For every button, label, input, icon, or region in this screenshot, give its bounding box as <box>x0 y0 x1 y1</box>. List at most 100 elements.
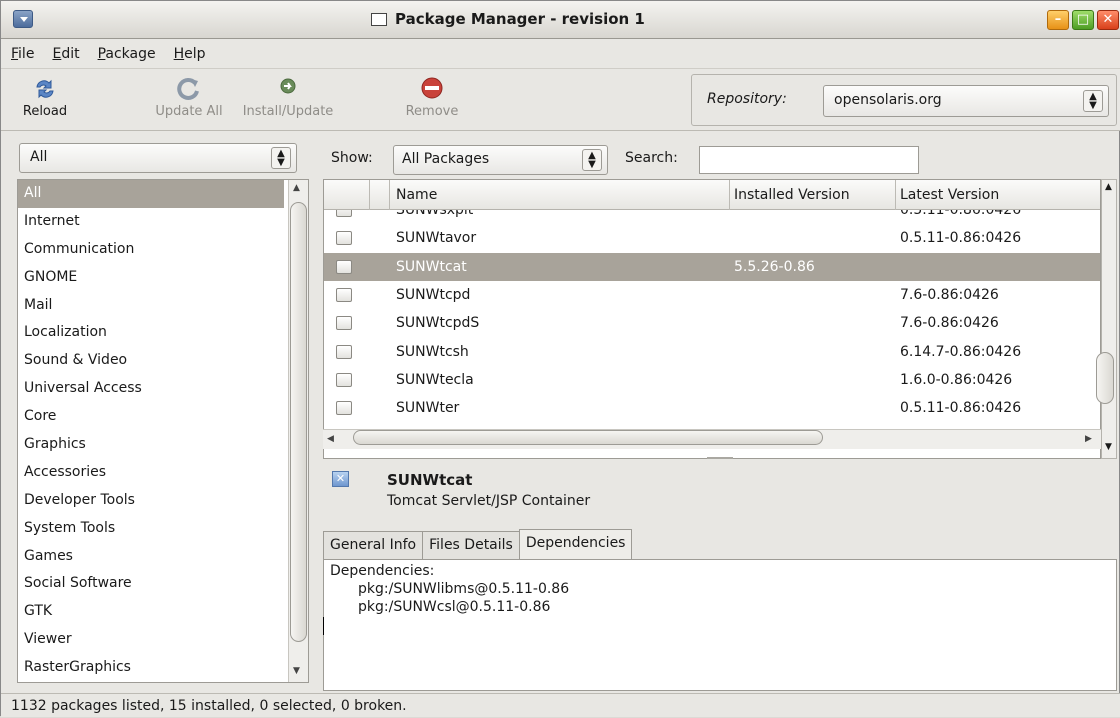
tab-files-details[interactable]: Files Details <box>422 531 520 559</box>
combo-arrows-icon: ▲ ▼ <box>1083 90 1103 112</box>
scroll-right-icon[interactable]: ▶ <box>1085 434 1092 444</box>
package-checkbox[interactable] <box>336 210 352 217</box>
update-all-icon <box>177 77 199 100</box>
scroll-left-icon[interactable]: ◀ <box>327 434 334 444</box>
category-item[interactable]: RasterGraphics <box>18 654 284 682</box>
column-header-name[interactable]: Name <box>390 180 730 210</box>
tab-general-info[interactable]: General Info <box>323 531 424 559</box>
column-header-installed[interactable]: Installed Version <box>730 180 896 210</box>
package-checkbox[interactable] <box>336 344 352 359</box>
category-item[interactable]: Social Software <box>18 570 284 598</box>
detail-tabs: General Info Files Details Dependencies <box>323 529 633 559</box>
category-filter-value: All <box>30 149 48 165</box>
category-item[interactable]: Localization <box>18 319 284 347</box>
category-item[interactable]: Accessories <box>18 459 284 487</box>
category-scrollbar[interactable]: ▲ ▼ <box>288 180 308 682</box>
package-checkbox[interactable] <box>336 287 352 302</box>
install-update-icon <box>280 78 296 94</box>
title-bar[interactable]: Package Manager - revision 1 – □ ✕ <box>1 1 1120 39</box>
scroll-up-icon[interactable]: ▲ <box>293 183 300 193</box>
pane-splitter-handle[interactable] <box>707 457 733 459</box>
maximize-button[interactable]: □ <box>1072 10 1094 30</box>
combo-arrows-icon: ▲ ▼ <box>271 147 291 169</box>
package-checkbox[interactable] <box>336 231 352 246</box>
category-item[interactable]: Graphics <box>18 431 284 459</box>
category-item[interactable]: Core <box>18 403 284 431</box>
reload-label: Reload <box>22 104 68 119</box>
menu-edit[interactable]: Edit <box>52 46 79 62</box>
combo-arrows-icon: ▲ ▼ <box>582 149 602 171</box>
table-row[interactable]: SUNWtcat 5.5.26-0.86 <box>324 252 1100 281</box>
category-filter-combo[interactable]: All ▲ ▼ <box>19 143 297 173</box>
category-item[interactable]: Communication <box>18 236 284 264</box>
window-menu-icon[interactable] <box>13 10 33 28</box>
package-name: SUNWtcpd <box>396 286 471 303</box>
package-vscroll-thumb[interactable] <box>1096 352 1114 404</box>
update-all-button[interactable]: Update All <box>136 77 242 119</box>
package-name: SUNWtecla <box>396 371 474 388</box>
package-name: SUNWtcat <box>396 258 467 275</box>
scroll-down-icon[interactable]: ▼ <box>293 666 300 676</box>
category-item[interactable]: Mail <box>18 292 284 320</box>
install-update-button[interactable]: Install/Update <box>229 77 347 119</box>
table-row[interactable]: SUNWtcpdS 7.6-0.86:0426 <box>324 309 1100 337</box>
package-checkbox[interactable] <box>336 401 352 416</box>
table-row[interactable]: SUNWsxpit 0.5.11-0.86:0426 <box>324 210 1100 224</box>
category-item[interactable]: Games <box>18 543 284 571</box>
menu-file[interactable]: File <box>11 46 34 62</box>
package-horizontal-scrollbar[interactable]: ◀ ▶ <box>323 429 1101 449</box>
package-name: SUNWtcpdS <box>396 315 480 332</box>
close-button[interactable]: ✕ <box>1097 10 1119 30</box>
category-item[interactable]: Viewer <box>18 626 284 654</box>
package-checkbox[interactable] <box>336 372 352 387</box>
table-row[interactable]: SUNWtcpd 7.6-0.86:0426 <box>324 281 1100 309</box>
category-item[interactable]: Universal Access <box>18 375 284 403</box>
category-item[interactable]: GNOME <box>18 264 284 292</box>
package-name: SUNWtcsh <box>396 343 469 360</box>
repository-combo[interactable]: opensolaris.org ▲ ▼ <box>823 85 1109 117</box>
table-row[interactable]: SUNWtavor 0.5.11-0.86:0426 <box>324 224 1100 252</box>
category-item[interactable]: All <box>18 180 284 208</box>
remove-button[interactable]: Remove <box>389 77 475 119</box>
table-row[interactable]: SUNWtcsh 6.14.7-0.86:0426 <box>324 338 1100 366</box>
remove-icon <box>421 77 443 99</box>
menu-package[interactable]: Package <box>98 46 156 62</box>
reload-icon <box>36 79 54 99</box>
column-header-select[interactable] <box>370 180 390 210</box>
column-header-latest[interactable]: Latest Version <box>896 180 1100 210</box>
show-filter-combo[interactable]: All Packages ▲ ▼ <box>393 145 608 175</box>
category-scroll-thumb[interactable] <box>290 202 307 642</box>
category-item[interactable]: System Tools <box>18 515 284 543</box>
latest-version: 0.5.11-0.86:0426 <box>900 400 1022 417</box>
dependency-item: pkg:/SUNWlibms@0.5.11-0.86 <box>358 581 570 597</box>
repository-value: opensolaris.org <box>834 92 942 108</box>
category-item[interactable]: Sound & Video <box>18 347 284 375</box>
package-vertical-scrollbar[interactable]: ▲ ▼ <box>1096 179 1117 459</box>
dependencies-text-area[interactable]: Dependencies: pkg:/SUNWlibms@0.5.11-0.86… <box>323 559 1117 691</box>
tab-dependencies[interactable]: Dependencies <box>518 529 633 559</box>
category-item[interactable]: GTK <box>18 598 284 626</box>
dependencies-heading: Dependencies: <box>330 563 435 579</box>
package-hscroll-thumb[interactable] <box>353 430 823 445</box>
detail-package-name: SUNWtcat <box>387 471 473 489</box>
category-item[interactable]: Internet <box>18 208 284 236</box>
scroll-up-icon[interactable]: ▲ <box>1105 182 1112 192</box>
package-checkbox[interactable] <box>336 316 352 331</box>
table-row[interactable]: SUNWter 0.5.11-0.86:0426 <box>324 394 1100 422</box>
remove-label: Remove <box>405 104 459 119</box>
package-manager-window: Package Manager - revision 1 – □ ✕ File … <box>0 0 1120 717</box>
dependency-item: pkg:/SUNWcsl@0.5.11-0.86 <box>358 599 551 615</box>
category-item[interactable]: Developer Tools <box>18 487 284 515</box>
scroll-down-icon[interactable]: ▼ <box>1105 442 1112 452</box>
column-header-status[interactable] <box>324 180 370 210</box>
menu-help[interactable]: Help <box>174 46 206 62</box>
status-bar: 1132 packages listed, 15 installed, 0 se… <box>1 693 1120 717</box>
reload-button[interactable]: Reload <box>15 77 75 119</box>
installed-version: 5.5.26-0.86 <box>734 258 815 275</box>
package-checkbox[interactable] <box>336 259 352 274</box>
search-input[interactable] <box>699 146 919 174</box>
table-row[interactable]: SUNWtecla 1.6.0-0.86:0426 <box>324 366 1100 394</box>
category-list: All Internet Communication GNOME Mail Localiz… <box>17 179 309 683</box>
minimize-button[interactable]: – <box>1047 10 1069 30</box>
latest-version: 7.6-0.86:0426 <box>900 315 999 332</box>
